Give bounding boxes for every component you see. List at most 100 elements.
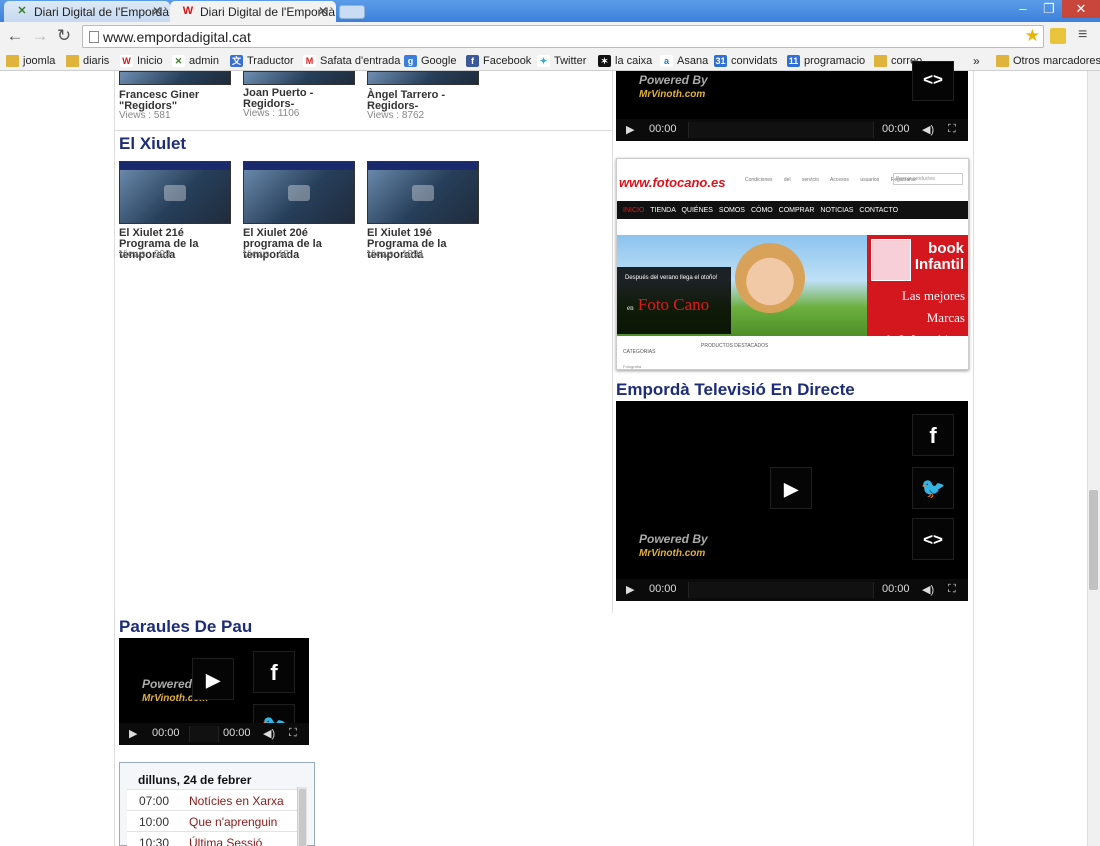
time-total: 00:00	[882, 583, 910, 595]
powered-by-brand: MrVinoth.com	[639, 89, 706, 100]
schedule-row[interactable]: 07:00 Notícies en Xarxa	[127, 789, 297, 810]
bookmark-traductor[interactable]: 文 Traductor	[230, 53, 294, 69]
seek-bar[interactable]	[688, 122, 874, 138]
folder-icon	[996, 55, 1009, 67]
volume-icon[interactable]: ◀)	[922, 123, 934, 136]
powered-by-brand: MrVinoth.com	[639, 548, 706, 559]
tab-active[interactable]: W Diari Digital de l'Empordà ✕	[170, 1, 336, 23]
facebook-icon[interactable]: f	[912, 414, 954, 456]
play-icon[interactable]: ▶	[626, 123, 634, 136]
schedule-row[interactable]: 10:00 Que n'aprenguin	[127, 810, 297, 831]
fullscreen-icon[interactable]: ⛶	[948, 583, 956, 596]
ad-productos: PRODUCTOS DESTACADOS	[701, 343, 769, 349]
bookmark-inicio[interactable]: W Inicio	[120, 53, 163, 69]
ad-kid-photo	[871, 239, 911, 281]
section-title-xiulet[interactable]: El Xiulet	[119, 134, 186, 154]
play-icon[interactable]: ▶	[626, 583, 634, 596]
page-scroll-thumb[interactable]	[1089, 490, 1098, 590]
bookmark-label: Traductor	[247, 55, 294, 67]
other-bookmarks[interactable]: Otros marcadores	[996, 53, 1100, 69]
address-bar[interactable]: www.empordadigital.cat ★	[82, 25, 1044, 48]
tab-inactive[interactable]: ✕ Diari Digital de l'Empordà ✕	[4, 1, 170, 23]
more-bookmarks-button[interactable]: »	[973, 53, 980, 69]
volume-icon[interactable]: ◀)	[922, 583, 934, 596]
bookmark-label: Google	[421, 55, 457, 67]
restore-icon[interactable]: ❐	[1036, 0, 1062, 18]
bookmark-joomla[interactable]: joomla	[6, 53, 55, 69]
ad-top-links: Condiciones del servicio Accesos usuario…	[745, 177, 917, 183]
video-title[interactable]: Joan Puerto - Regidors-	[243, 88, 343, 110]
joomla-icon: ✕	[17, 5, 27, 17]
twitter-icon[interactable]: 🐦	[912, 467, 954, 509]
video-views: Views : 8762	[367, 110, 425, 121]
video-player[interactable]: f 🐦 <> ▶ Powered By MrVinoth.com ▶ 00:00 …	[616, 401, 968, 601]
menu-icon[interactable]: ≡	[1078, 26, 1087, 44]
fullscreen-icon[interactable]: ⛶	[948, 123, 956, 136]
close-tab-icon[interactable]: ✕	[318, 4, 328, 18]
video-player[interactable]: Powered BMrVinoth.com ▶ f 🐦 ▶ 00:00 00:0…	[119, 638, 309, 745]
bookmark-safata[interactable]: M Safata d'entrada	[303, 53, 400, 69]
seek-bar[interactable]	[688, 582, 874, 598]
seek-bar[interactable]	[189, 726, 219, 742]
play-icon[interactable]: ▶	[770, 467, 812, 509]
site-favicon-icon: W	[182, 5, 194, 17]
bookmark-convidats[interactable]: 31 convidats	[714, 53, 777, 69]
ad-search: Buscar productos	[893, 173, 963, 185]
reload-icon[interactable]: ↻	[54, 26, 74, 46]
video-views: Views : 18	[243, 249, 289, 260]
divider	[114, 71, 115, 846]
video-title[interactable]: Àngel Tarrero - Regidors-	[367, 90, 467, 112]
ad-brand-name: Foto Cano	[637, 295, 710, 314]
schedule-scrollbar[interactable]	[297, 787, 307, 846]
bookmark-diaris[interactable]: diaris	[66, 53, 109, 69]
powered-by-label: Powered By MrVinoth.com	[639, 74, 708, 101]
extension-icon[interactable]	[1050, 28, 1066, 44]
back-icon[interactable]: ←	[5, 26, 25, 46]
bookmark-google[interactable]: g Google	[404, 53, 456, 69]
section-title-paraules[interactable]: Paraules De Pau	[119, 617, 252, 637]
embed-code-icon[interactable]: <>	[912, 518, 954, 560]
fullscreen-icon[interactable]: ⛶	[289, 727, 297, 740]
schedule-row[interactable]: 10:30 Última Sessió	[127, 831, 297, 846]
thumbnail-banner	[368, 162, 478, 170]
video-thumbnail[interactable]	[119, 71, 231, 85]
bookmark-lacaixa[interactable]: ✶ la caixa	[598, 53, 652, 69]
bookmark-label: Twitter	[554, 55, 587, 67]
embed-code-icon[interactable]: <>	[912, 61, 954, 101]
video-thumbnail[interactable]	[243, 71, 355, 85]
bookmark-programacio[interactable]: 11 programacio	[787, 53, 865, 69]
facebook-icon[interactable]: f	[253, 651, 295, 693]
close-window-icon[interactable]: ✕	[1062, 0, 1100, 18]
close-tab-icon[interactable]: ✕	[152, 4, 162, 18]
schedule-scroll-thumb[interactable]	[299, 789, 306, 846]
bookmark-asana[interactable]: a Asana	[660, 53, 708, 69]
thumbnail-banner	[120, 162, 230, 170]
bookmark-star-icon[interactable]: ★	[1025, 26, 1040, 46]
new-tab-button[interactable]	[339, 5, 365, 19]
video-views: Views : 1106	[243, 108, 300, 119]
volume-icon[interactable]: ◀)	[263, 727, 275, 740]
play-icon[interactable]: ▶	[129, 727, 137, 740]
bookmark-admin[interactable]: ✕ admin	[172, 53, 219, 69]
section-title-emporda-tv[interactable]: Empordà Televisió En Directe	[616, 380, 855, 400]
video-title[interactable]: Francesc Giner "Regidors"	[119, 90, 229, 112]
video-thumbnail[interactable]	[119, 161, 231, 224]
tv-schedule: dilluns, 24 de febrer 07:00 Notícies en X…	[119, 762, 315, 846]
play-icon[interactable]: ▶	[192, 658, 234, 700]
bookmark-label: diaris	[83, 55, 110, 67]
page-scrollbar[interactable]	[1087, 71, 1100, 846]
bookmark-label: programacio	[804, 55, 866, 67]
bookmark-facebook[interactable]: f Facebook	[466, 53, 531, 69]
translate-icon: 文	[230, 55, 243, 67]
forward-icon[interactable]: →	[30, 26, 50, 46]
video-thumbnail[interactable]	[367, 161, 479, 224]
bookmark-twitter[interactable]: ✦ Twitter	[537, 53, 586, 69]
video-thumbnail[interactable]	[243, 161, 355, 224]
video-player[interactable]: Powered By MrVinoth.com <> ▶ 00:00 00:00 …	[616, 61, 968, 141]
ad-banner: Después del verano llega el otoño! en Fo…	[617, 235, 968, 347]
ad-slogan: Después del verano llega el otoño!	[625, 275, 718, 281]
minimize-icon[interactable]: ‒	[1010, 0, 1036, 18]
video-thumbnail[interactable]	[367, 71, 479, 85]
bookmark-label: Otros marcadores	[1013, 55, 1100, 67]
fotocano-ad[interactable]: www.fotocano.es Condiciones del servicio…	[616, 158, 969, 370]
